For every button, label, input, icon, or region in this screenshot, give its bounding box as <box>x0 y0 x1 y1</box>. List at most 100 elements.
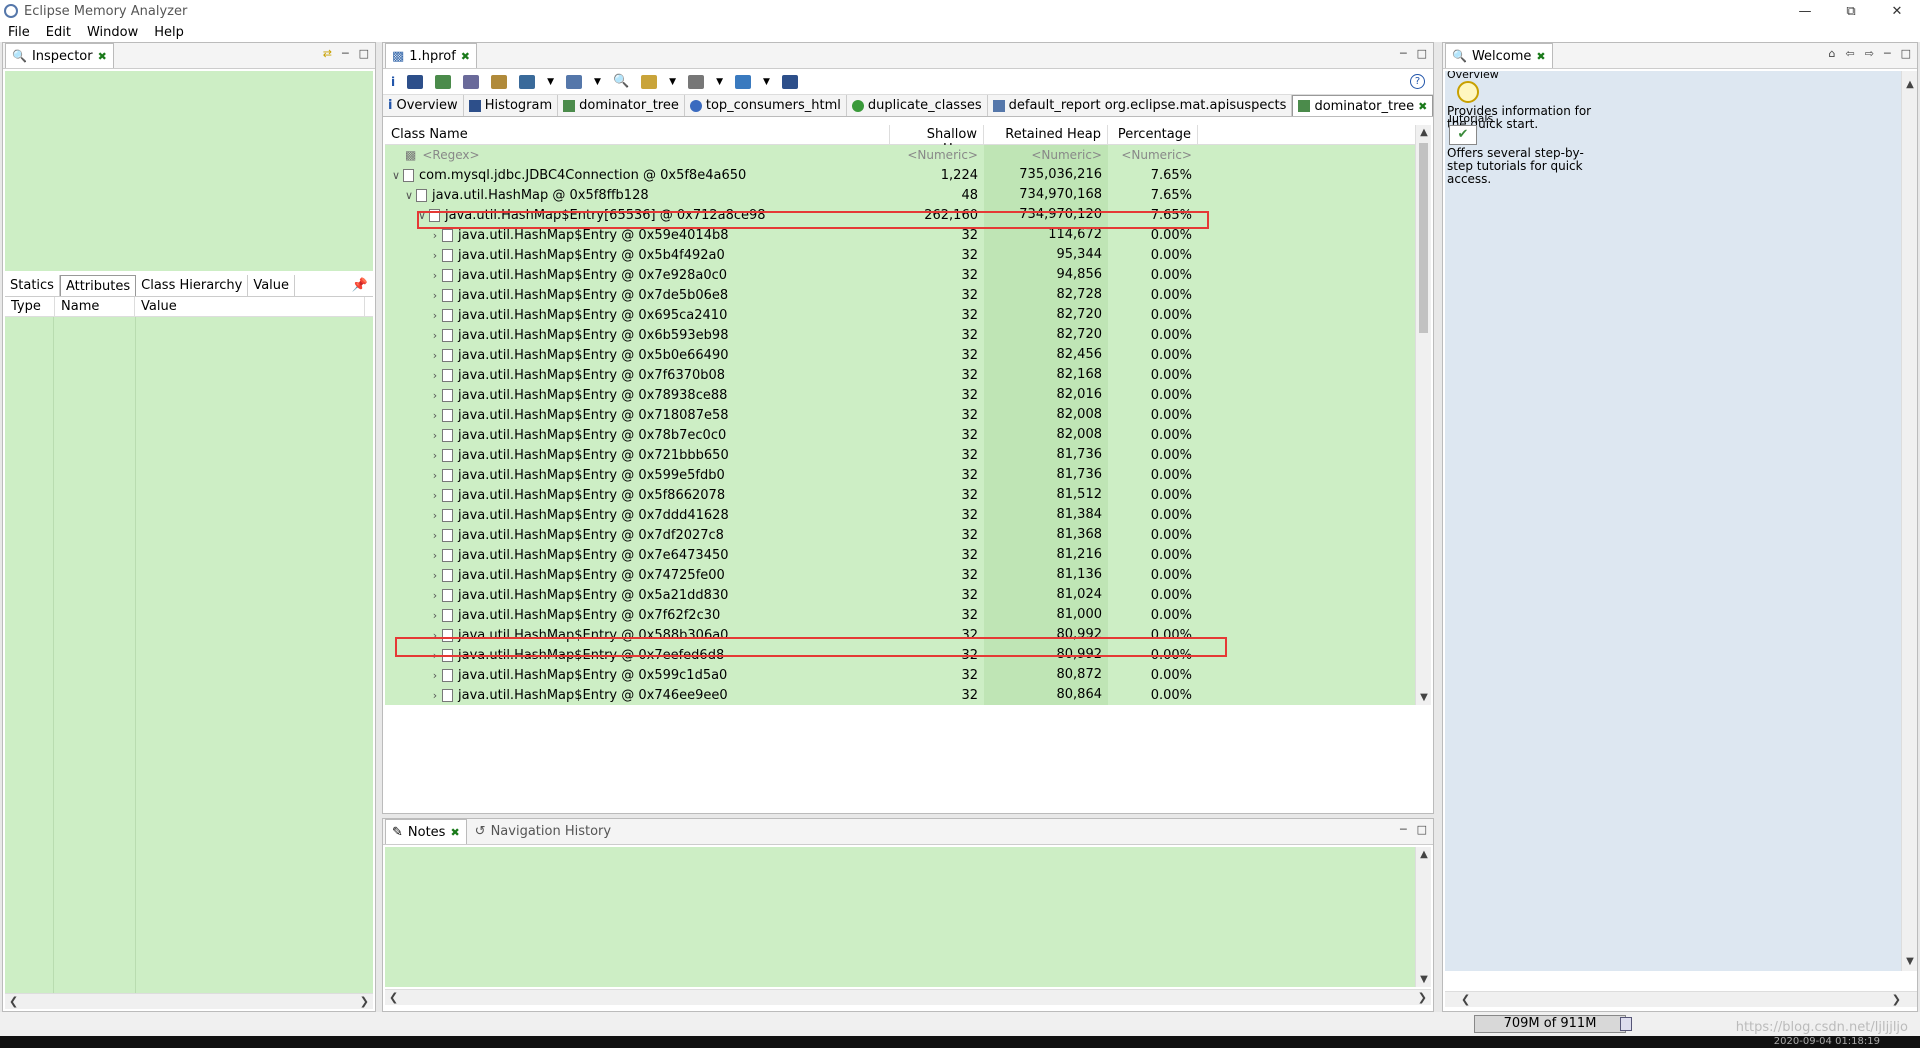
minimize-view-icon[interactable]: ─ <box>1400 823 1407 836</box>
expand-icon[interactable]: › <box>428 609 442 622</box>
maximize-view-icon[interactable]: □ <box>1417 823 1427 836</box>
expand-icon[interactable]: › <box>428 669 442 682</box>
welcome-hscrollbar[interactable]: ❮ ❯ <box>1445 991 1917 1007</box>
expand-icon[interactable]: › <box>428 429 442 442</box>
scroll-up-icon[interactable]: ▲ <box>1416 849 1432 860</box>
tab-top-consumers[interactable]: top_consumers_html <box>685 95 847 116</box>
scroll-up-icon[interactable]: ▲ <box>1416 127 1432 138</box>
tab-histogram[interactable]: Histogram <box>464 95 559 116</box>
col-type[interactable]: Type <box>5 297 55 316</box>
expand-icon[interactable]: › <box>428 589 442 602</box>
expand-icon[interactable]: › <box>428 469 442 482</box>
table-row[interactable]: › java.util.HashMap$Entry @ 0x5b0e66490 32… <box>385 345 1415 365</box>
minimize-icon[interactable]: — <box>1782 0 1828 22</box>
table-row[interactable]: › java.util.HashMap$Entry @ 0x7f62f2c30 32… <box>385 605 1415 625</box>
dropdown-icon[interactable]: ▼ <box>547 77 554 87</box>
expand-icon[interactable]: › <box>428 689 442 702</box>
table-row[interactable]: › java.util.HashMap$Entry @ 0x5b4f492a0 32… <box>385 245 1415 265</box>
collapse-icon[interactable]: ∨ <box>389 169 403 182</box>
col-retained-heap[interactable]: Retained Heap <box>984 125 1108 145</box>
calculate-retained-icon[interactable] <box>781 74 798 89</box>
table-row[interactable]: › java.util.HashMap$Entry @ 0x695ca2410 32… <box>385 305 1415 325</box>
queries-icon[interactable] <box>566 74 583 89</box>
pin-icon[interactable]: 📌 <box>347 275 373 296</box>
scroll-left-icon[interactable]: ❮ <box>9 995 18 1008</box>
table-row[interactable]: › java.util.HashMap$Entry @ 0x78938ce88 32… <box>385 385 1415 405</box>
close-tab-icon[interactable]: ✖ <box>98 50 107 63</box>
scroll-down-icon[interactable]: ▼ <box>1902 956 1918 967</box>
close-tab-icon[interactable]: ✖ <box>1536 50 1545 63</box>
tab-overview[interactable]: i Overview <box>383 95 464 116</box>
menu-window[interactable]: Window <box>79 25 146 40</box>
tab-inspector[interactable]: 🔍 Inspector ✖ <box>5 43 114 68</box>
minimize-view-icon[interactable]: ─ <box>1884 47 1891 60</box>
scroll-thumb[interactable] <box>1419 143 1428 333</box>
table-row[interactable]: › java.util.HashMap$Entry @ 0x7de5b06e8 32… <box>385 285 1415 305</box>
dropdown-icon[interactable]: ▼ <box>594 77 601 87</box>
expand-icon[interactable]: › <box>428 289 442 302</box>
table-row[interactable]: › java.util.HashMap$Entry @ 0x78b7ec0c0 32… <box>385 425 1415 445</box>
expand-icon[interactable]: › <box>428 329 442 342</box>
expand-icon[interactable]: › <box>428 309 442 322</box>
expand-icon[interactable]: › <box>428 409 442 422</box>
group-by-icon[interactable] <box>641 74 658 89</box>
oql-icon[interactable] <box>463 74 480 89</box>
histogram-icon[interactable] <box>407 74 424 89</box>
tutorials-title[interactable]: Tutorials <box>1447 115 1607 123</box>
table-row[interactable]: › java.util.HashMap$Entry @ 0x74725fe00 32… <box>385 565 1415 585</box>
expand-icon[interactable]: › <box>428 269 442 282</box>
dropdown-icon[interactable]: ▼ <box>716 77 723 87</box>
table-row[interactable]: › java.util.HashMap$Entry @ 0x7e928a0c0 32… <box>385 265 1415 285</box>
tab-statics[interactable]: Statics <box>5 275 60 296</box>
table-row[interactable]: › java.util.HashMap$Entry @ 0x721bbb650 32… <box>385 445 1415 465</box>
reports-icon[interactable] <box>519 74 536 89</box>
table-row[interactable]: › java.util.HashMap$Entry @ 0x7f6370b08 32… <box>385 365 1415 385</box>
expand-icon[interactable]: › <box>428 529 442 542</box>
overview-icon[interactable] <box>1457 81 1479 103</box>
minimize-view-icon[interactable]: ─ <box>1400 47 1407 60</box>
col-shallow-heap[interactable]: Shallow Heap <box>890 125 984 157</box>
scroll-right-icon[interactable]: ❯ <box>1892 993 1901 1006</box>
home-icon[interactable]: ⌂ <box>1829 47 1836 60</box>
inspector-hscrollbar[interactable]: ❮ ❯ <box>5 993 373 1009</box>
close-tab-icon[interactable]: ✖ <box>461 50 470 63</box>
scroll-down-icon[interactable]: ▼ <box>1416 974 1432 985</box>
expand-icon[interactable]: › <box>428 489 442 502</box>
export-icon[interactable] <box>735 74 751 89</box>
close-tab-icon[interactable]: ✖ <box>450 826 459 839</box>
menu-file[interactable]: File <box>0 25 38 40</box>
expand-icon[interactable]: › <box>428 449 442 462</box>
minimize-view-icon[interactable]: ─ <box>342 47 349 60</box>
dominator-tree-icon[interactable] <box>435 74 452 89</box>
table-row[interactable]: ∨ com.mysql.jdbc.JDBC4Connection @ 0x5f8e… <box>385 165 1415 185</box>
help-icon[interactable]: ? <box>1410 74 1425 89</box>
close-tab-icon[interactable]: ✖ <box>1418 100 1427 113</box>
restore-icon[interactable]: ⧉ <box>1828 0 1874 22</box>
tab-default-report[interactable]: default_report org.eclipse.mat.apisuspec… <box>988 95 1293 116</box>
tab-notes[interactable]: ✎ Notes ✖ <box>385 819 467 844</box>
table-row[interactable]: › java.util.HashMap$Entry @ 0x746ee9ee0 32… <box>385 685 1415 705</box>
tab-value[interactable]: Value <box>248 275 296 296</box>
menu-edit[interactable]: Edit <box>38 25 79 40</box>
table-row[interactable]: › java.util.HashMap$Entry @ 0x599c1d5a0 32… <box>385 665 1415 685</box>
expand-icon[interactable]: › <box>428 569 442 582</box>
table-row[interactable]: ∨ java.util.HashMap @ 0x5f8ffb128 48 734,97… <box>385 185 1415 205</box>
garbage-collect-icon[interactable] <box>1620 1017 1632 1031</box>
tab-dominator-tree-1[interactable]: dominator_tree <box>558 95 685 116</box>
table-row[interactable]: › java.util.HashMap$Entry @ 0x5a21dd830 32… <box>385 585 1415 605</box>
table-row[interactable]: › java.util.HashMap$Entry @ 0x7ddd41628 32… <box>385 505 1415 525</box>
threads-icon[interactable] <box>491 74 508 89</box>
filter-shallow[interactable]: <Numeric> <box>890 148 984 162</box>
overview-title[interactable]: Overview <box>1447 71 1607 79</box>
maximize-view-icon[interactable]: □ <box>1417 47 1427 60</box>
col-class-name[interactable]: Class Name <box>385 125 890 145</box>
expand-icon[interactable]: › <box>428 509 442 522</box>
notes-hscrollbar[interactable]: ❮ ❯ <box>385 989 1431 1005</box>
tab-hprof[interactable]: ▩ 1.hprof ✖ <box>385 43 477 68</box>
welcome-tutorials[interactable]: Tutorials ✔ Offers several step-by-step … <box>1447 115 1607 186</box>
tab-class-hierarchy[interactable]: Class Hierarchy <box>136 275 249 296</box>
scroll-left-icon[interactable]: ❮ <box>1461 993 1470 1006</box>
filter-retained[interactable]: <Numeric> <box>984 145 1108 165</box>
link-icon[interactable]: ⇄ <box>323 47 332 60</box>
scroll-left-icon[interactable]: ❮ <box>389 991 398 1004</box>
